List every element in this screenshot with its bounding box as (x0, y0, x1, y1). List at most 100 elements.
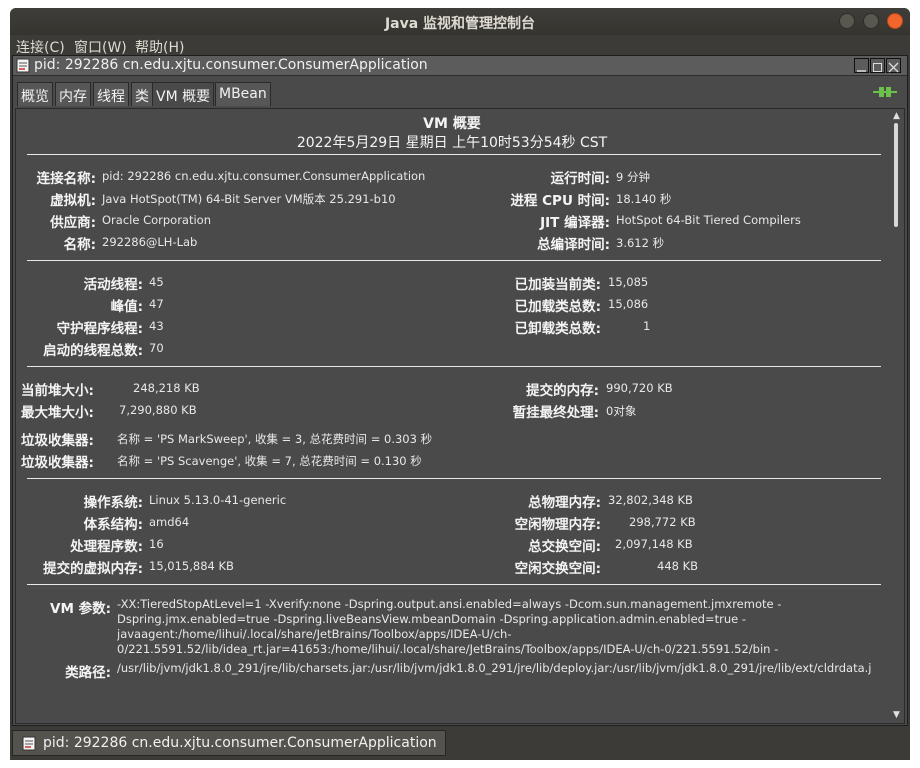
menu-connection[interactable]: 连接(C) (16, 37, 65, 57)
divider (27, 584, 881, 585)
main-window: Java 监视和管理控制台 连接(C) 窗口(W) 帮助(H) pid: 292… (10, 8, 910, 760)
total-swap-value: 2,097,148 KB (615, 537, 693, 551)
max-heap-value: 7,290,880 KB (119, 403, 197, 417)
minimize-icon[interactable] (839, 13, 855, 29)
menu-help[interactable]: 帮助(H) (135, 37, 184, 57)
connection-status-icon (873, 87, 897, 97)
internal-close-icon[interactable] (886, 58, 901, 73)
gc-label: 垃圾收集器: (21, 433, 94, 449)
arch-label: 体系结构: (83, 517, 143, 533)
name-value: 292286@LH-Lab (102, 235, 198, 249)
internal-frame-titlebar[interactable]: pid: 292286 cn.edu.xjtu.consumer.Consume… (13, 56, 907, 76)
internal-maximize-icon[interactable] (870, 58, 885, 73)
vendor-label: 供应商: (50, 215, 96, 231)
peak-threads-label: 峰值: (110, 299, 143, 315)
total-swap-label: 总交换空间: (528, 539, 601, 555)
vertical-scrollbar[interactable]: ▲ ▼ (888, 109, 904, 723)
gc-value: 名称 = 'PS MarkSweep', 收集 = 3, 总花费时间 = 0.3… (117, 432, 433, 446)
peak-threads-value: 47 (149, 297, 164, 311)
vm-value: Java HotSpot(TM) 64-Bit Server VM版本 25.2… (102, 192, 396, 206)
os-label: 操作系统: (83, 495, 143, 511)
divider (27, 366, 881, 367)
vm-args-label: VM 参数: (50, 601, 111, 617)
name-label: 名称: (63, 237, 96, 253)
window-title: Java 监视和管理控制台 (384, 16, 536, 32)
committed-memory-label: 提交的内存: (526, 383, 599, 399)
document-icon (16, 58, 30, 73)
processors-label: 处理程序数: (70, 539, 143, 555)
jit-compiler-label: JIT 编译器: (540, 215, 610, 231)
live-threads-value: 45 (149, 275, 164, 289)
unloaded-classes-label: 已卸载类总数: (514, 321, 601, 337)
classpath-value: /usr/lib/jvm/jdk1.8.0_291/jre/lib/charse… (117, 661, 872, 675)
close-icon[interactable] (887, 13, 903, 29)
os-value: Linux 5.13.0-41-generic (149, 493, 287, 507)
pending-finalization-label: 暂挂最终处理: (512, 405, 599, 421)
divider (27, 478, 881, 479)
compile-time-value: 3.612 秒 (616, 236, 665, 250)
free-swap-value: 448 KB (657, 559, 699, 573)
daemon-threads-label: 守护程序线程: (56, 321, 143, 337)
maximize-icon[interactable] (863, 13, 879, 29)
committed-vm-value: 15,015,884 KB (149, 559, 234, 573)
connection-name-value: pid: 292286 cn.edu.xjtu.consumer.Consume… (102, 169, 426, 183)
internal-window-taskbar: pid: 292286 cn.edu.xjtu.consumer.Consume… (10, 728, 910, 760)
total-physical-memory-label: 总物理内存: (528, 495, 601, 511)
uptime-label: 运行时间: (550, 171, 610, 187)
free-physical-memory-value: 298,772 KB (629, 515, 696, 529)
divider (27, 260, 881, 261)
live-threads-label: 活动线程: (83, 277, 143, 293)
compile-time-label: 总编译时间: (537, 237, 610, 253)
menu-window[interactable]: 窗口(W) (74, 37, 127, 57)
total-threads-label: 启动的线程总数: (43, 343, 143, 359)
taskbar-window-button[interactable]: pid: 292286 cn.edu.xjtu.consumer.Consume… (12, 730, 446, 756)
summary-datetime: 2022年5月29日 星期日 上午10时53分54秒 CST (296, 135, 608, 151)
tab-mbean[interactable]: MBean (215, 82, 271, 106)
total-loaded-classes-value: 15,086 (608, 297, 649, 311)
tab-overview[interactable]: 概览 (17, 82, 53, 106)
scrollbar-thumb[interactable] (894, 123, 898, 227)
connection-name-label: 连接名称: (36, 171, 96, 187)
classpath-label: 类路径: (65, 665, 111, 681)
jit-compiler-value: HotSpot 64-Bit Tiered Compilers (616, 213, 801, 227)
internal-frame-title: pid: 292286 cn.edu.xjtu.consumer.Consume… (34, 57, 428, 73)
divider (27, 154, 881, 155)
vm-label: 虚拟机: (50, 193, 96, 209)
processors-value: 16 (149, 537, 164, 551)
vm-summary-panel: VM 概要 2022年5月29日 星期日 上午10时53分54秒 CST 连接名… (15, 108, 905, 724)
cpu-time-label: 进程 CPU 时间: (510, 193, 610, 209)
document-icon (22, 736, 36, 751)
arch-value: amd64 (149, 515, 190, 529)
loaded-classes-value: 15,085 (608, 275, 649, 289)
total-threads-value: 70 (149, 341, 164, 355)
internal-minimize-icon[interactable] (854, 58, 869, 73)
tab-classes[interactable]: 类 (131, 82, 153, 106)
chevron-up-icon[interactable]: ▲ (892, 111, 901, 121)
internal-frame: pid: 292286 cn.edu.xjtu.consumer.Consume… (12, 55, 908, 726)
total-physical-memory-value: 32,802,348 KB (608, 493, 693, 507)
tab-threads[interactable]: 线程 (93, 82, 129, 106)
menu-bar: 连接(C) 窗口(W) 帮助(H) (10, 35, 910, 57)
pending-finalization-value: 0对象 (606, 404, 637, 418)
tab-memory[interactable]: 内存 (55, 82, 91, 106)
max-heap-label: 最大堆大小: (21, 405, 94, 421)
vendor-value: Oracle Corporation (102, 213, 212, 227)
heap-size-value: 248,218 KB (133, 381, 200, 395)
loaded-classes-label: 已加装当前类: (514, 277, 601, 293)
committed-vm-label: 提交的虚拟内存: (43, 561, 143, 577)
chevron-down-icon[interactable]: ▼ (892, 710, 901, 720)
summary-title: VM 概要 (423, 116, 481, 132)
free-physical-memory-label: 空闲物理内存: (514, 517, 601, 533)
heap-size-label: 当前堆大小: (21, 383, 94, 399)
cpu-time-value: 18.140 秒 (616, 192, 672, 206)
tab-vm-summary[interactable]: VM 概要 (152, 82, 215, 106)
committed-memory-value: 990,720 KB (606, 381, 673, 395)
daemon-threads-value: 43 (149, 319, 164, 333)
window-titlebar[interactable]: Java 监视和管理控制台 (10, 8, 910, 35)
vm-args-value: -XX:TieredStopAtLevel=1 -Xverify:none -D… (117, 597, 782, 656)
unloaded-classes-value: 1 (643, 319, 651, 333)
taskbar-window-label: pid: 292286 cn.edu.xjtu.consumer.Consume… (43, 735, 437, 751)
free-swap-label: 空闲交换空间: (514, 561, 601, 577)
total-loaded-classes-label: 已加载类总数: (514, 299, 601, 315)
uptime-value: 9 分钟 (616, 170, 650, 184)
